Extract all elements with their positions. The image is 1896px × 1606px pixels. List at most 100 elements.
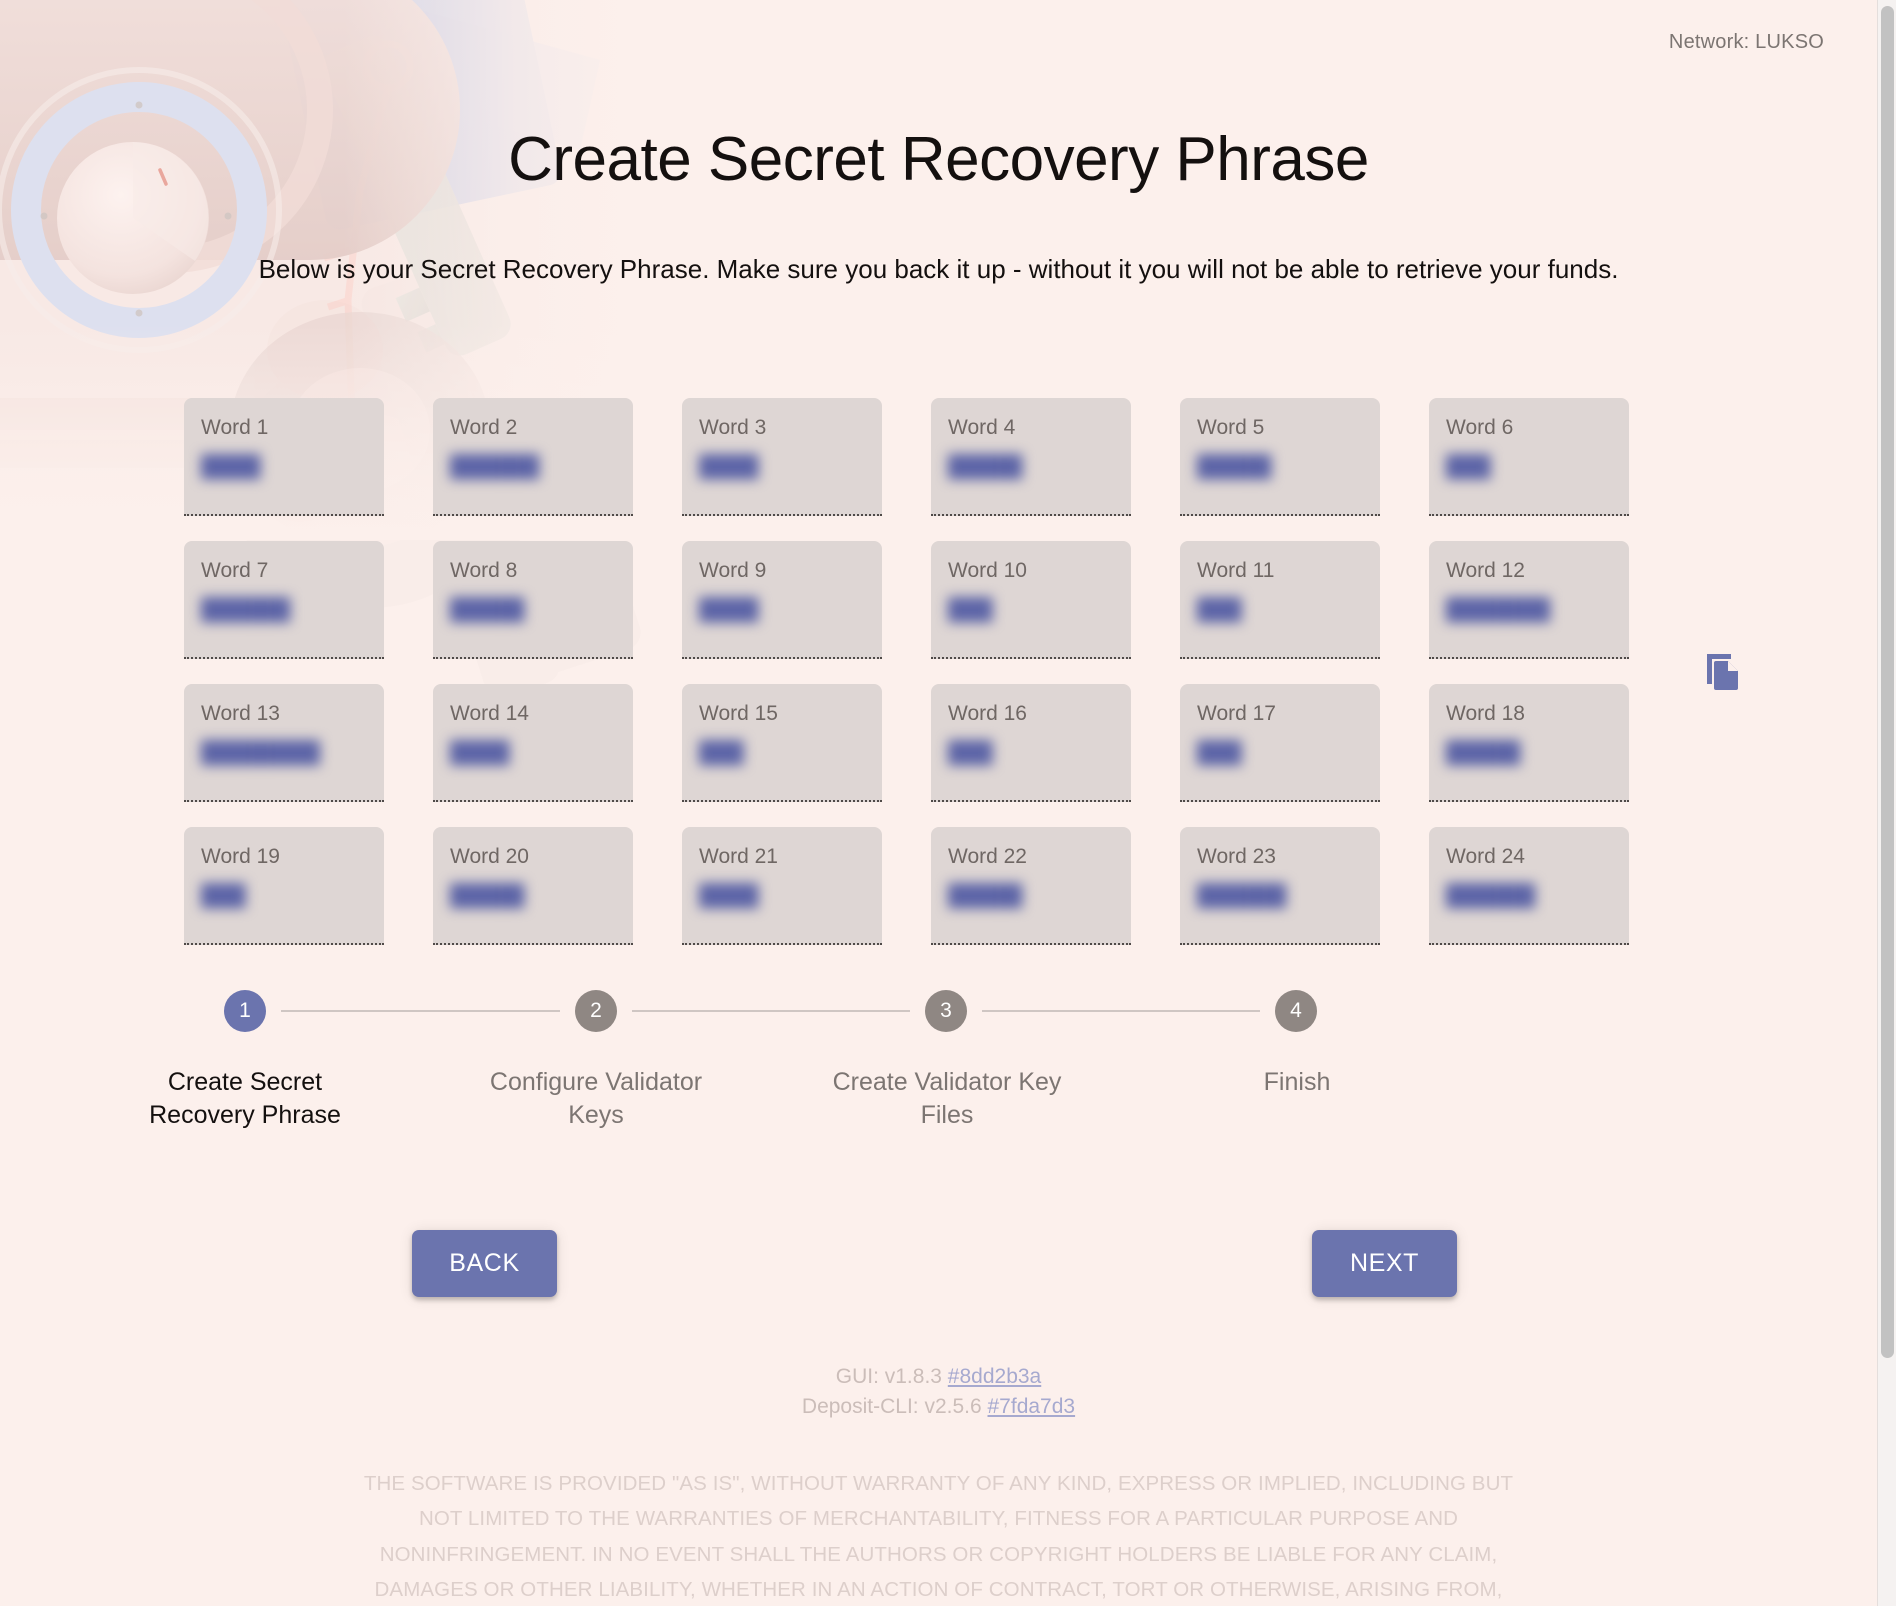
disclaimer-line-2: NOT LIMITED TO THE WARRANTIES OF MERCHAN… [418,1507,1459,1531]
mnemonic-word-label: Word 21 [699,845,778,868]
mnemonic-word-value: ███ [948,741,993,765]
mnemonic-word-label: Word 8 [450,559,518,582]
mnemonic-word-value: ████ [201,455,261,479]
mnemonic-word-value: ██████ [450,455,540,479]
stepper-label-2: Configure Validator Keys [489,1068,703,1129]
stepper-circle-4[interactable]: 4 [1275,990,1317,1032]
network-label: Network: LUKSO [1668,31,1824,53]
mnemonic-word-field: Word 21 ████ [682,827,882,945]
disclaimer-line-1: THE SOFTWARE IS PROVIDED "AS IS", WITHOU… [363,1472,1514,1495]
mnemonic-word-label: Word 18 [1446,702,1525,725]
gui-commit-link[interactable]: #8dd2b3a [948,1365,1041,1388]
mnemonic-word-field: Word 24 ██████ [1429,827,1629,945]
mnemonic-word-value: ███████ [1446,598,1551,622]
mnemonic-word-field: Word 8 █████ [433,541,633,659]
mnemonic-word-value: █████ [450,598,525,622]
mnemonic-word-label: Word 6 [1446,416,1514,439]
mnemonic-word-value: ██████ [1446,884,1536,908]
cli-commit-link[interactable]: #7fda7d3 [988,1395,1076,1418]
stepper-circle-3[interactable]: 3 [925,990,967,1032]
app-window: Network: LUKSO Create Secret Recovery Ph… [0,0,1877,1606]
mnemonic-word-field: Word 11 ███ [1180,541,1380,659]
mnemonic-word-value: █████ [948,884,1023,908]
back-button[interactable]: BACK [412,1230,557,1297]
mnemonic-word-label: Word 19 [201,845,280,868]
mnemonic-word-label: Word 2 [450,416,518,439]
mnemonic-word-label: Word 15 [699,702,778,725]
mnemonic-word-field: Word 6 ███ [1429,398,1629,516]
mnemonic-word-value: █████ [1446,741,1521,765]
mnemonic-word-value: ███ [1197,598,1242,622]
disclaimer-line-3: NONINFRINGEMENT. IN NO EVENT SHALL THE A… [379,1542,1498,1566]
mnemonic-word-grid: Word 1 ████ Word 2 ██████ Word 3 ████ Word 4 ██… [184,398,1634,945]
mnemonic-word-field: Word 15 ███ [682,684,882,802]
mnemonic-word-field: Word 19 ███ [184,827,384,945]
next-button[interactable]: NEXT [1312,1230,1457,1297]
stepper-circle-2[interactable]: 2 [575,990,617,1032]
mnemonic-word-field: Word 5 █████ [1180,398,1380,516]
mnemonic-word-field: Word 16 ███ [931,684,1131,802]
mnemonic-word-label: Word 14 [450,702,529,725]
mnemonic-word-value: ████ [699,598,759,622]
mnemonic-word-label: Word 10 [948,559,1027,582]
mnemonic-word-label: Word 17 [1197,702,1276,725]
mnemonic-word-field: Word 1 ████ [184,398,384,516]
mnemonic-word-field: Word 18 █████ [1429,684,1629,802]
stepper-label-4: Finish [1263,1068,1331,1096]
mnemonic-word-field: Word 13 ████████ [184,684,384,802]
mnemonic-word-label: Word 22 [948,845,1027,868]
mnemonic-word-field: Word 3 ████ [682,398,882,516]
stepper: 1 Create Secret Recovery Phrase 2 Configure… [0,990,1877,1150]
stepper-connector [982,1010,1260,1012]
mnemonic-word-field: Word 23 ██████ [1180,827,1380,945]
mnemonic-word-field: Word 9 ████ [682,541,882,659]
mnemonic-word-label: Word 23 [1197,845,1276,868]
mnemonic-word-field: Word 20 █████ [433,827,633,945]
mnemonic-word-value: █████ [948,455,1023,479]
mnemonic-word-value: ███ [201,884,246,908]
gui-version-text: GUI: v1.8.3 [835,1365,948,1388]
mnemonic-word-label: Word 4 [948,416,1016,439]
page-title: Create Secret Recovery Phrase [508,125,1369,194]
scrollbar-thumb[interactable] [1881,6,1894,1358]
gui-version-line: GUI: v1.8.3 #8dd2b3a [0,1362,1877,1392]
stepper-label-3: Create Validator Key Files [832,1068,1062,1129]
mnemonic-word-value: ██████ [1197,884,1287,908]
mnemonic-word-label: Word 24 [1446,845,1525,868]
mnemonic-word-label: Word 16 [948,702,1027,725]
version-info: GUI: v1.8.3 #8dd2b3a Deposit-CLI: v2.5.6… [0,1362,1877,1423]
mnemonic-word-value: ███ [948,598,993,622]
mnemonic-word-label: Word 3 [699,416,767,439]
mnemonic-word-label: Word 12 [1446,559,1525,582]
mnemonic-word-field: Word 22 █████ [931,827,1131,945]
mnemonic-word-field: Word 10 ███ [931,541,1131,659]
mnemonic-word-field: Word 12 ███████ [1429,541,1629,659]
mnemonic-word-value: ███ [1446,455,1491,479]
stepper-connector [632,1010,910,1012]
mnemonic-word-label: Word 5 [1197,416,1265,439]
page-subtitle: Below is your Secret Recovery Phrase. Ma… [258,254,1619,284]
mnemonic-word-field: Word 2 ██████ [433,398,633,516]
mnemonic-word-value: █████ [1197,455,1272,479]
vertical-scrollbar[interactable] [1877,0,1896,1606]
stepper-connector [281,1010,560,1012]
mnemonic-word-field: Word 14 ████ [433,684,633,802]
mnemonic-word-value: ████ [450,741,510,765]
stepper-label-1: Create Secret Recovery Phrase [149,1068,341,1129]
stepper-circle-1[interactable]: 1 [224,990,266,1032]
disclaimer: THE SOFTWARE IS PROVIDED "AS IS", WITHOU… [0,1466,1877,1606]
mnemonic-word-field: Word 17 ███ [1180,684,1380,802]
cli-version-text: Deposit-CLI: v2.5.6 [801,1395,988,1419]
mnemonic-word-label: Word 1 [201,416,269,439]
mnemonic-word-label: Word 9 [699,559,767,582]
mnemonic-word-value: ████ [699,455,759,479]
mnemonic-word-value: ████ [699,884,759,908]
mnemonic-word-value: ██████ [201,598,291,622]
mnemonic-word-value: █████ [450,884,525,908]
mnemonic-word-field: Word 4 █████ [931,398,1131,516]
mnemonic-word-label: Word 7 [201,559,269,582]
mnemonic-word-field: Word 7 ██████ [184,541,384,659]
disclaimer-line-4: DAMAGES OR OTHER LIABILITY, WHETHER IN A… [374,1577,1503,1601]
mnemonic-word-value: ███ [1197,741,1242,765]
copy-icon[interactable] [1702,650,1744,692]
